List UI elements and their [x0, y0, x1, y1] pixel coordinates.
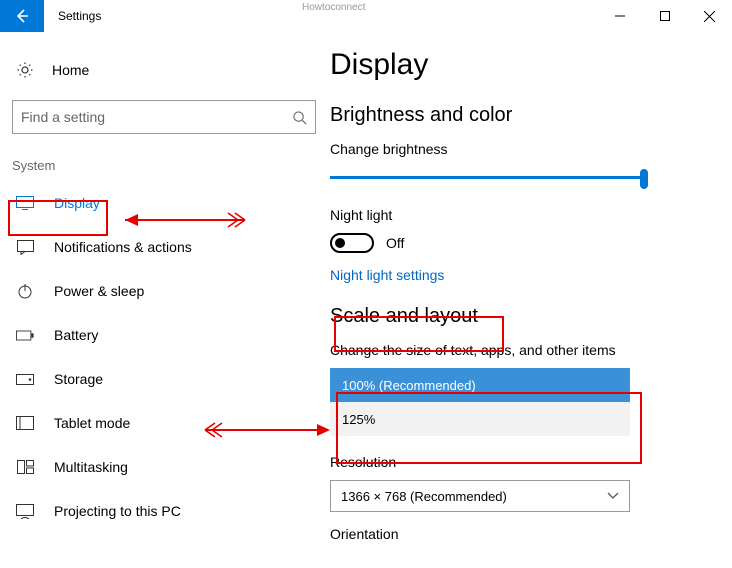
back-arrow-icon — [14, 8, 30, 24]
close-icon — [704, 11, 715, 22]
sidebar-item-storage[interactable]: Storage — [8, 357, 322, 401]
sidebar-item-label: Notifications & actions — [54, 239, 192, 255]
titlebar: Settings — [0, 0, 732, 32]
window-controls — [597, 0, 732, 32]
sidebar-item-label: Power & sleep — [54, 283, 144, 299]
nightlight-settings-link[interactable]: Night light settings — [330, 267, 444, 283]
gear-icon — [16, 61, 34, 79]
toggle-knob — [335, 238, 345, 248]
maximize-button[interactable] — [642, 0, 687, 32]
sidebar-item-label: Storage — [54, 371, 103, 387]
sidebar: Home Find a setting System Display Notif… — [0, 32, 330, 568]
sidebar-item-projecting[interactable]: Projecting to this PC — [8, 489, 322, 533]
brightness-label: Change brightness — [330, 141, 704, 157]
tablet-icon — [16, 416, 34, 430]
chevron-down-icon — [607, 492, 619, 500]
scale-label: Change the size of text, apps, and other… — [330, 342, 704, 358]
resolution-label: Resolution — [330, 454, 704, 470]
chat-icon — [16, 240, 34, 255]
search-icon — [292, 110, 307, 125]
nightlight-label: Night light — [330, 207, 704, 223]
sidebar-item-label: Display — [54, 195, 100, 211]
back-button[interactable] — [0, 0, 44, 32]
scale-option-125[interactable]: 125% — [330, 402, 630, 436]
sidebar-item-power[interactable]: Power & sleep — [8, 269, 322, 313]
project-icon — [16, 504, 34, 519]
sidebar-item-battery[interactable]: Battery — [8, 313, 322, 357]
page-title: Display — [330, 48, 704, 82]
section-brightness: Brightness and color — [330, 104, 704, 127]
brightness-slider[interactable] — [330, 167, 646, 189]
sidebar-home[interactable]: Home — [8, 50, 322, 90]
resolution-dropdown[interactable]: 1366 × 768 (Recommended) — [330, 480, 630, 512]
minimize-icon — [615, 11, 625, 21]
sidebar-item-label: Multitasking — [54, 459, 128, 475]
battery-icon — [16, 330, 34, 341]
sidebar-item-label: Projecting to this PC — [54, 503, 181, 519]
monitor-icon — [16, 196, 34, 210]
main-panel: Display Brightness and color Change brig… — [330, 32, 732, 568]
sidebar-item-label: Battery — [54, 327, 98, 343]
nightlight-state: Off — [386, 235, 404, 251]
scale-dropdown-open[interactable]: 100% (Recommended) 125% — [330, 368, 630, 436]
search-placeholder: Find a setting — [21, 109, 105, 125]
scale-option-100[interactable]: 100% (Recommended) — [330, 368, 630, 402]
watermark-text: Howtoconnect — [302, 2, 365, 13]
multitask-icon — [16, 460, 34, 474]
annotation-arrow-1 — [110, 210, 250, 230]
search-input[interactable]: Find a setting — [12, 100, 316, 134]
sidebar-item-multitasking[interactable]: Multitasking — [8, 445, 322, 489]
resolution-value: 1366 × 768 (Recommended) — [341, 489, 507, 504]
drive-icon — [16, 374, 34, 385]
maximize-icon — [660, 11, 670, 21]
sidebar-section-label: System — [8, 152, 322, 181]
sidebar-home-label: Home — [52, 62, 89, 78]
slider-thumb[interactable] — [640, 169, 648, 189]
power-icon — [16, 283, 34, 299]
close-button[interactable] — [687, 0, 732, 32]
slider-track — [330, 176, 646, 179]
orientation-label: Orientation — [330, 526, 704, 542]
sidebar-item-notifications[interactable]: Notifications & actions — [8, 225, 322, 269]
annotation-arrow-2 — [200, 420, 340, 440]
sidebar-item-label: Tablet mode — [54, 415, 130, 431]
nightlight-toggle[interactable] — [330, 233, 374, 253]
section-scale: Scale and layout — [330, 305, 704, 328]
minimize-button[interactable] — [597, 0, 642, 32]
